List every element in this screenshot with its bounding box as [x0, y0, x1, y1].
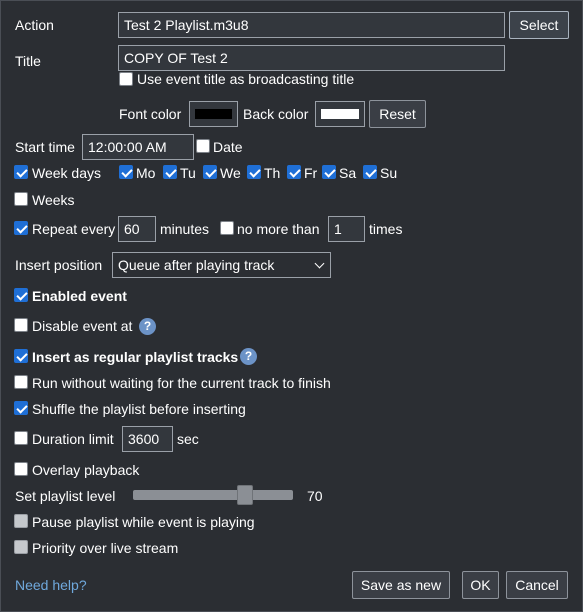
duration-limit-checkbox[interactable]: [14, 431, 28, 445]
date-label: Date: [213, 139, 243, 155]
pause-playlist-label: Pause playlist while event is playing: [32, 514, 255, 530]
date-checkbox[interactable]: [196, 139, 210, 153]
shuffle-label: Shuffle the playlist before inserting: [32, 401, 246, 417]
need-help-link[interactable]: Need help?: [15, 576, 87, 594]
cancel-button[interactable]: Cancel: [506, 571, 568, 599]
day-sa-checkbox[interactable]: [322, 165, 336, 179]
day-su-checkbox[interactable]: [363, 165, 377, 179]
day-we-label: We: [220, 165, 241, 181]
no-more-than-label: no more than: [237, 221, 320, 237]
day-tu-checkbox[interactable]: [163, 165, 177, 179]
insert-position-select[interactable]: Queue after playing track: [112, 252, 331, 278]
enabled-event-checkbox[interactable]: [14, 288, 28, 302]
font-color-label: Font color: [119, 106, 182, 122]
day-fr-label: Fr: [304, 165, 318, 181]
font-color-picker[interactable]: [189, 101, 238, 127]
week-days-label: Week days: [32, 165, 101, 181]
day-su-label: Su: [380, 165, 398, 181]
repeat-every-checkbox[interactable]: [14, 221, 28, 235]
event-dialog: Action Test 2 Playlist.m3u8 Select Title…: [0, 0, 583, 612]
minutes-label: minutes: [160, 221, 210, 237]
back-color-label: Back color: [243, 106, 309, 122]
weeks-label: Weeks: [32, 192, 75, 208]
reset-button[interactable]: Reset: [369, 100, 426, 128]
weeks-checkbox[interactable]: [14, 192, 28, 206]
sec-label: sec: [177, 431, 199, 447]
day-mo-checkbox[interactable]: [119, 165, 133, 179]
back-color-swatch: [321, 109, 359, 119]
week-days-checkbox[interactable]: [14, 165, 28, 179]
start-time-field[interactable]: 12:00:00 AM: [82, 134, 194, 160]
disable-event-at-checkbox[interactable]: [14, 318, 28, 332]
chevron-down-icon: [314, 258, 325, 269]
playlist-level-thumb[interactable]: [237, 485, 253, 505]
day-mo-label: Mo: [136, 165, 156, 181]
pause-playlist-checkbox[interactable]: [14, 514, 28, 528]
shuffle-checkbox[interactable]: [14, 401, 28, 415]
ok-button[interactable]: OK: [462, 571, 499, 599]
day-th-label: Th: [264, 165, 281, 181]
insert-regular-label: Insert as regular playlist tracks: [32, 349, 239, 365]
day-sa-label: Sa: [339, 165, 357, 181]
use-event-title-label: Use event title as broadcasting title: [137, 71, 355, 87]
disable-event-at-label: Disable event at: [32, 318, 133, 334]
insert-position-value: Queue after playing track: [118, 257, 275, 273]
priority-live-label: Priority over live stream: [32, 540, 179, 556]
priority-live-checkbox[interactable]: [14, 540, 28, 554]
insert-regular-checkbox[interactable]: [14, 349, 28, 363]
title-field[interactable]: COPY OF Test 2: [118, 45, 505, 71]
save-as-new-button[interactable]: Save as new: [352, 571, 450, 599]
action-label: Action: [15, 17, 54, 33]
times-label: times: [369, 221, 403, 237]
start-time-label: Start time: [15, 139, 75, 155]
run-without-waiting-checkbox[interactable]: [14, 375, 28, 389]
title-label: Title: [15, 53, 41, 69]
times-field[interactable]: 1: [328, 216, 365, 242]
no-more-than-checkbox[interactable]: [220, 221, 234, 235]
font-color-swatch: [195, 109, 232, 119]
duration-limit-field[interactable]: 3600: [122, 426, 173, 452]
use-event-title-checkbox[interactable]: [119, 72, 133, 86]
repeat-minutes-field[interactable]: 60: [118, 216, 156, 242]
playlist-level-value: 70: [307, 488, 323, 504]
day-fr-checkbox[interactable]: [287, 165, 301, 179]
playlist-level-slider[interactable]: [133, 490, 293, 500]
day-tu-label: Tu: [180, 165, 196, 181]
day-th-checkbox[interactable]: [247, 165, 261, 179]
repeat-every-label: Repeat every: [32, 221, 116, 237]
run-without-waiting-label: Run without waiting for the current trac…: [32, 375, 331, 391]
duration-limit-label: Duration limit: [32, 431, 114, 447]
day-we-checkbox[interactable]: [203, 165, 217, 179]
help-icon[interactable]: ?: [240, 348, 257, 365]
overlay-playback-checkbox[interactable]: [14, 462, 28, 476]
insert-position-label: Insert position: [15, 257, 103, 273]
back-color-picker[interactable]: [315, 101, 365, 127]
select-button[interactable]: Select: [509, 11, 569, 39]
action-field[interactable]: Test 2 Playlist.m3u8: [118, 12, 505, 38]
help-icon[interactable]: ?: [139, 318, 156, 335]
playlist-level-label: Set playlist level: [15, 488, 116, 504]
enabled-event-label: Enabled event: [32, 288, 127, 304]
overlay-playback-label: Overlay playback: [32, 462, 140, 478]
